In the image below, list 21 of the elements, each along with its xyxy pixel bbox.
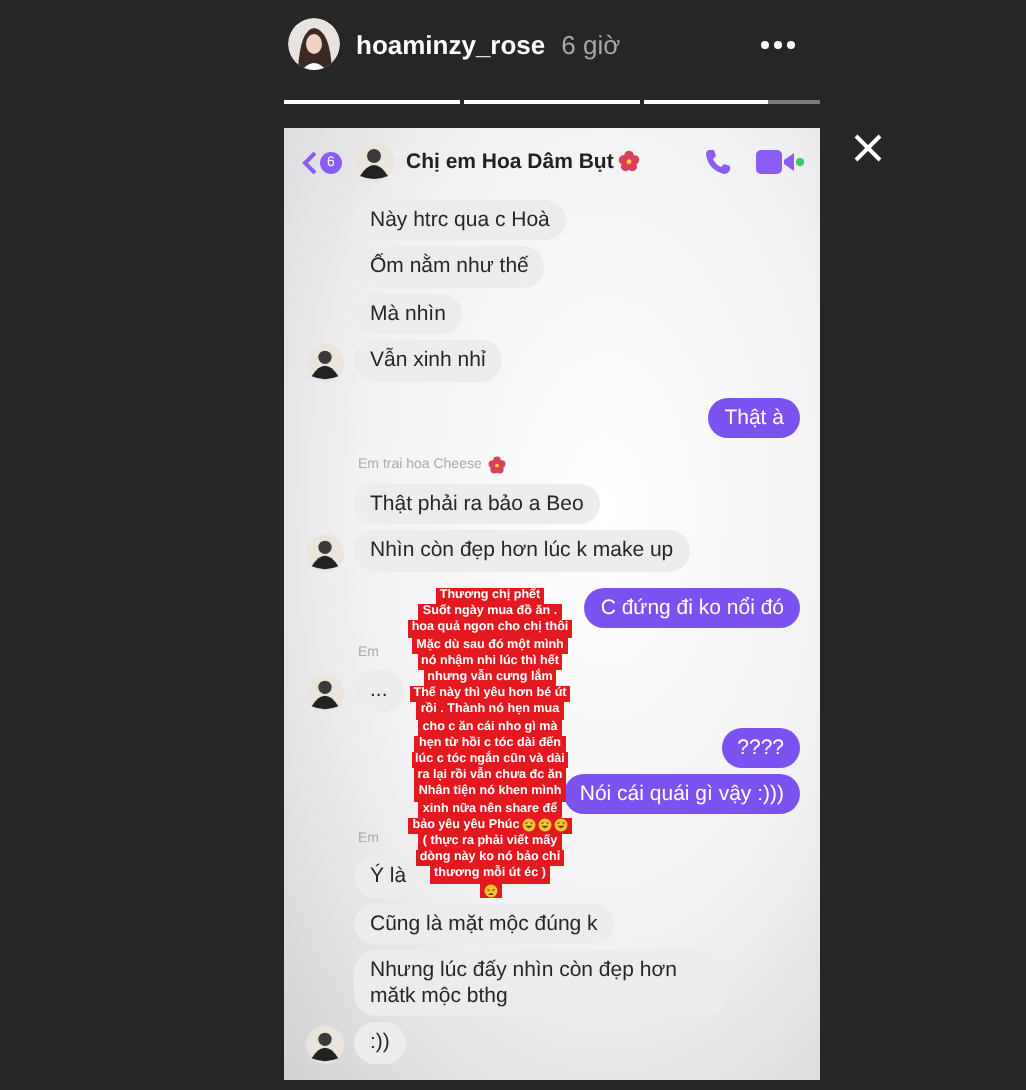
chat-title: Chị em Hoa Dâm Bụt	[406, 150, 640, 174]
flower-icon	[617, 150, 640, 172]
message-bubble: Thật à	[708, 397, 800, 439]
phone-icon[interactable]	[704, 148, 732, 176]
message-bubble: Nói cái quái gì vậy :)))	[563, 774, 800, 815]
profile-avatar[interactable]	[288, 18, 340, 70]
username[interactable]: hoaminzy_rose	[356, 29, 546, 59]
message-bubble: ????	[721, 727, 800, 769]
flower-icon	[487, 456, 506, 475]
close-icon[interactable]	[852, 132, 884, 164]
group-avatar	[354, 142, 394, 182]
message-bubble: Vẫn xinh nhỉ	[354, 340, 502, 382]
message-bubble: Thật phải ra bảo a Beo	[354, 484, 600, 525]
message-bubble: :))	[354, 1022, 406, 1063]
message-bubble: C đứng đi ko nổi đó	[584, 587, 800, 629]
post-time: 6 giờ	[561, 29, 621, 59]
video-call-icon[interactable]	[756, 148, 804, 176]
message-bubble: Nhìn còn đẹp hơn lúc k make up	[354, 530, 690, 572]
weary-emoji-icon	[483, 883, 497, 898]
more-options-icon[interactable]	[760, 39, 796, 49]
message-bubble: Cũng là mặt mộc đúng k	[354, 903, 614, 945]
